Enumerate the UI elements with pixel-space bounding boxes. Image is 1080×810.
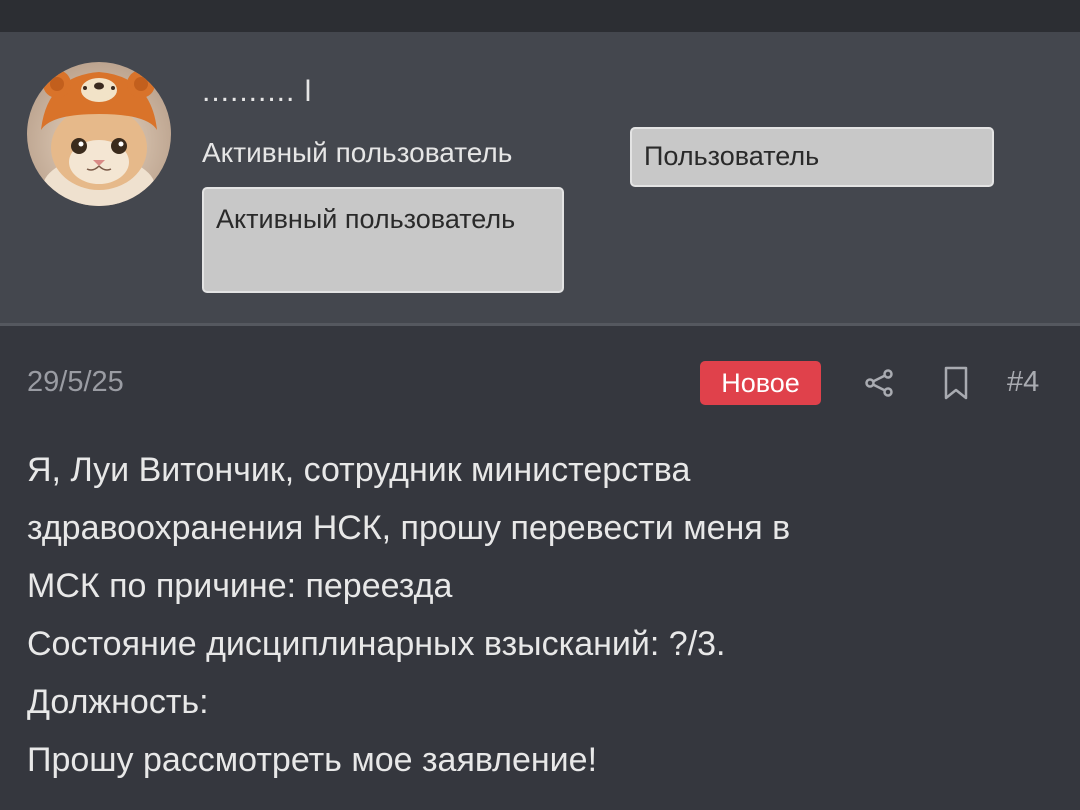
post-line: здравоохранения НСК, прошу перевести мен…: [27, 509, 791, 547]
user-title: Активный пользователь: [202, 137, 513, 168]
cat-avatar-icon[interactable]: [27, 62, 171, 206]
new-badge: Новое: [700, 361, 821, 405]
user-banner-active-user: Активный пользователь: [202, 187, 564, 293]
post-line: МСК по причине: переезда: [27, 567, 453, 605]
post-number-link[interactable]: #4: [1007, 362, 1039, 402]
post-line: Должность:: [27, 683, 209, 721]
bookmark-icon[interactable]: [940, 365, 972, 401]
share-icon[interactable]: [862, 366, 896, 400]
post-body: Я, Луи Витончик, сотрудник министерства …: [27, 441, 1057, 789]
top-bar: [0, 0, 1080, 32]
post-line: Состояние дисциплинарных взысканий: ?/3.: [27, 625, 726, 663]
post-line: Я, Луи Витончик, сотрудник министерства: [27, 451, 691, 489]
post-date[interactable]: 29/5/25: [27, 362, 124, 402]
post-line: Прошу рассмотреть мое заявление!: [27, 741, 598, 779]
username[interactable]: .......... l: [202, 72, 312, 112]
user-banner-user: Пользователь: [630, 127, 994, 187]
